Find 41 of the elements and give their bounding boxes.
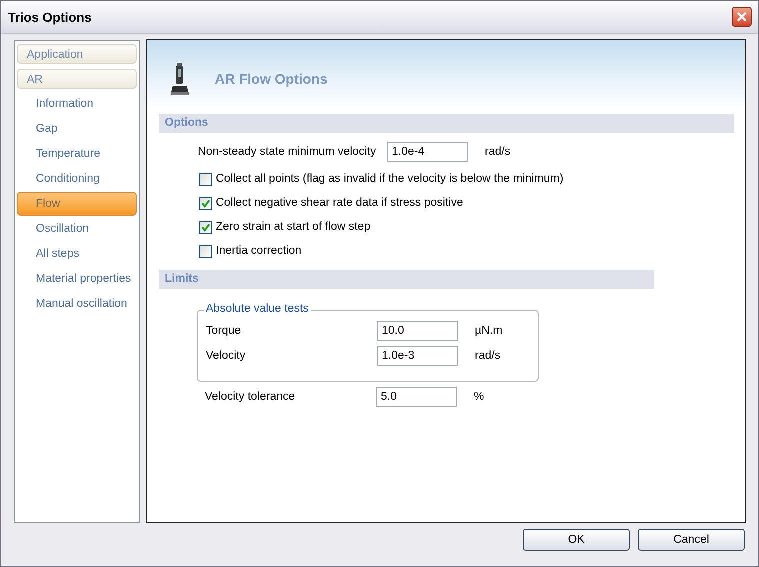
sidebar-item[interactable]: Application (17, 44, 137, 64)
checkbox[interactable] (199, 244, 212, 258)
input-field[interactable]: 5.0 (376, 386, 457, 406)
input-field[interactable]: 1.0e-4 (387, 142, 468, 162)
instrument-icon (169, 62, 191, 96)
sidebar-item[interactable]: Gap (17, 119, 137, 139)
section-header: Options (159, 114, 734, 133)
sidebar-item[interactable]: Temperature (17, 144, 137, 164)
sidebar-item[interactable]: Information (17, 94, 137, 114)
field-label: Velocity tolerance (205, 390, 296, 402)
dialog-button[interactable]: Cancel (638, 529, 745, 551)
unit-label: µN.m (475, 324, 503, 336)
input-field[interactable]: 10.0 (377, 320, 458, 340)
close-button[interactable] (732, 7, 752, 27)
unit-label: % (474, 390, 484, 402)
sidebar-item[interactable]: Flow (17, 192, 137, 216)
field-label: Velocity (206, 350, 247, 362)
checkbox[interactable] (199, 196, 212, 210)
page-title: AR Flow Options (215, 71, 328, 87)
sidebar-item[interactable]: Conditioning (17, 169, 137, 189)
sidebar-item[interactable]: AR (17, 69, 137, 89)
group-title: Absolute value tests (204, 303, 311, 315)
input-field[interactable]: 1.0e-3 (377, 346, 458, 366)
unit-label: rad/s (475, 350, 501, 362)
sidebar-item[interactable]: Manual oscillation (17, 294, 137, 314)
checkbox-label: Inertia correction (216, 245, 302, 257)
field-label: Torque (206, 324, 242, 336)
sidebar-item[interactable]: Material properties (17, 269, 137, 289)
checkbox-label: Collect all points (flag as invalid if the velocity is below the minimum) (216, 173, 564, 185)
sidebar-item[interactable]: All steps (17, 244, 137, 264)
section-header: Limits (159, 270, 654, 289)
checkbox[interactable] (199, 220, 212, 234)
unit-label: rad/s (485, 146, 511, 158)
field-label: Non-steady state minimum velocity (198, 146, 378, 158)
sidebar-item[interactable]: Oscillation (17, 219, 137, 239)
checkbox[interactable] (199, 172, 212, 186)
checkbox-label: Collect negative shear rate data if stress positive (216, 197, 464, 209)
window-title: Trios Options (8, 10, 92, 24)
dialog-button[interactable]: OK (523, 529, 630, 551)
checkbox-label: Zero strain at start of flow step (216, 221, 371, 233)
close-icon (736, 11, 748, 23)
